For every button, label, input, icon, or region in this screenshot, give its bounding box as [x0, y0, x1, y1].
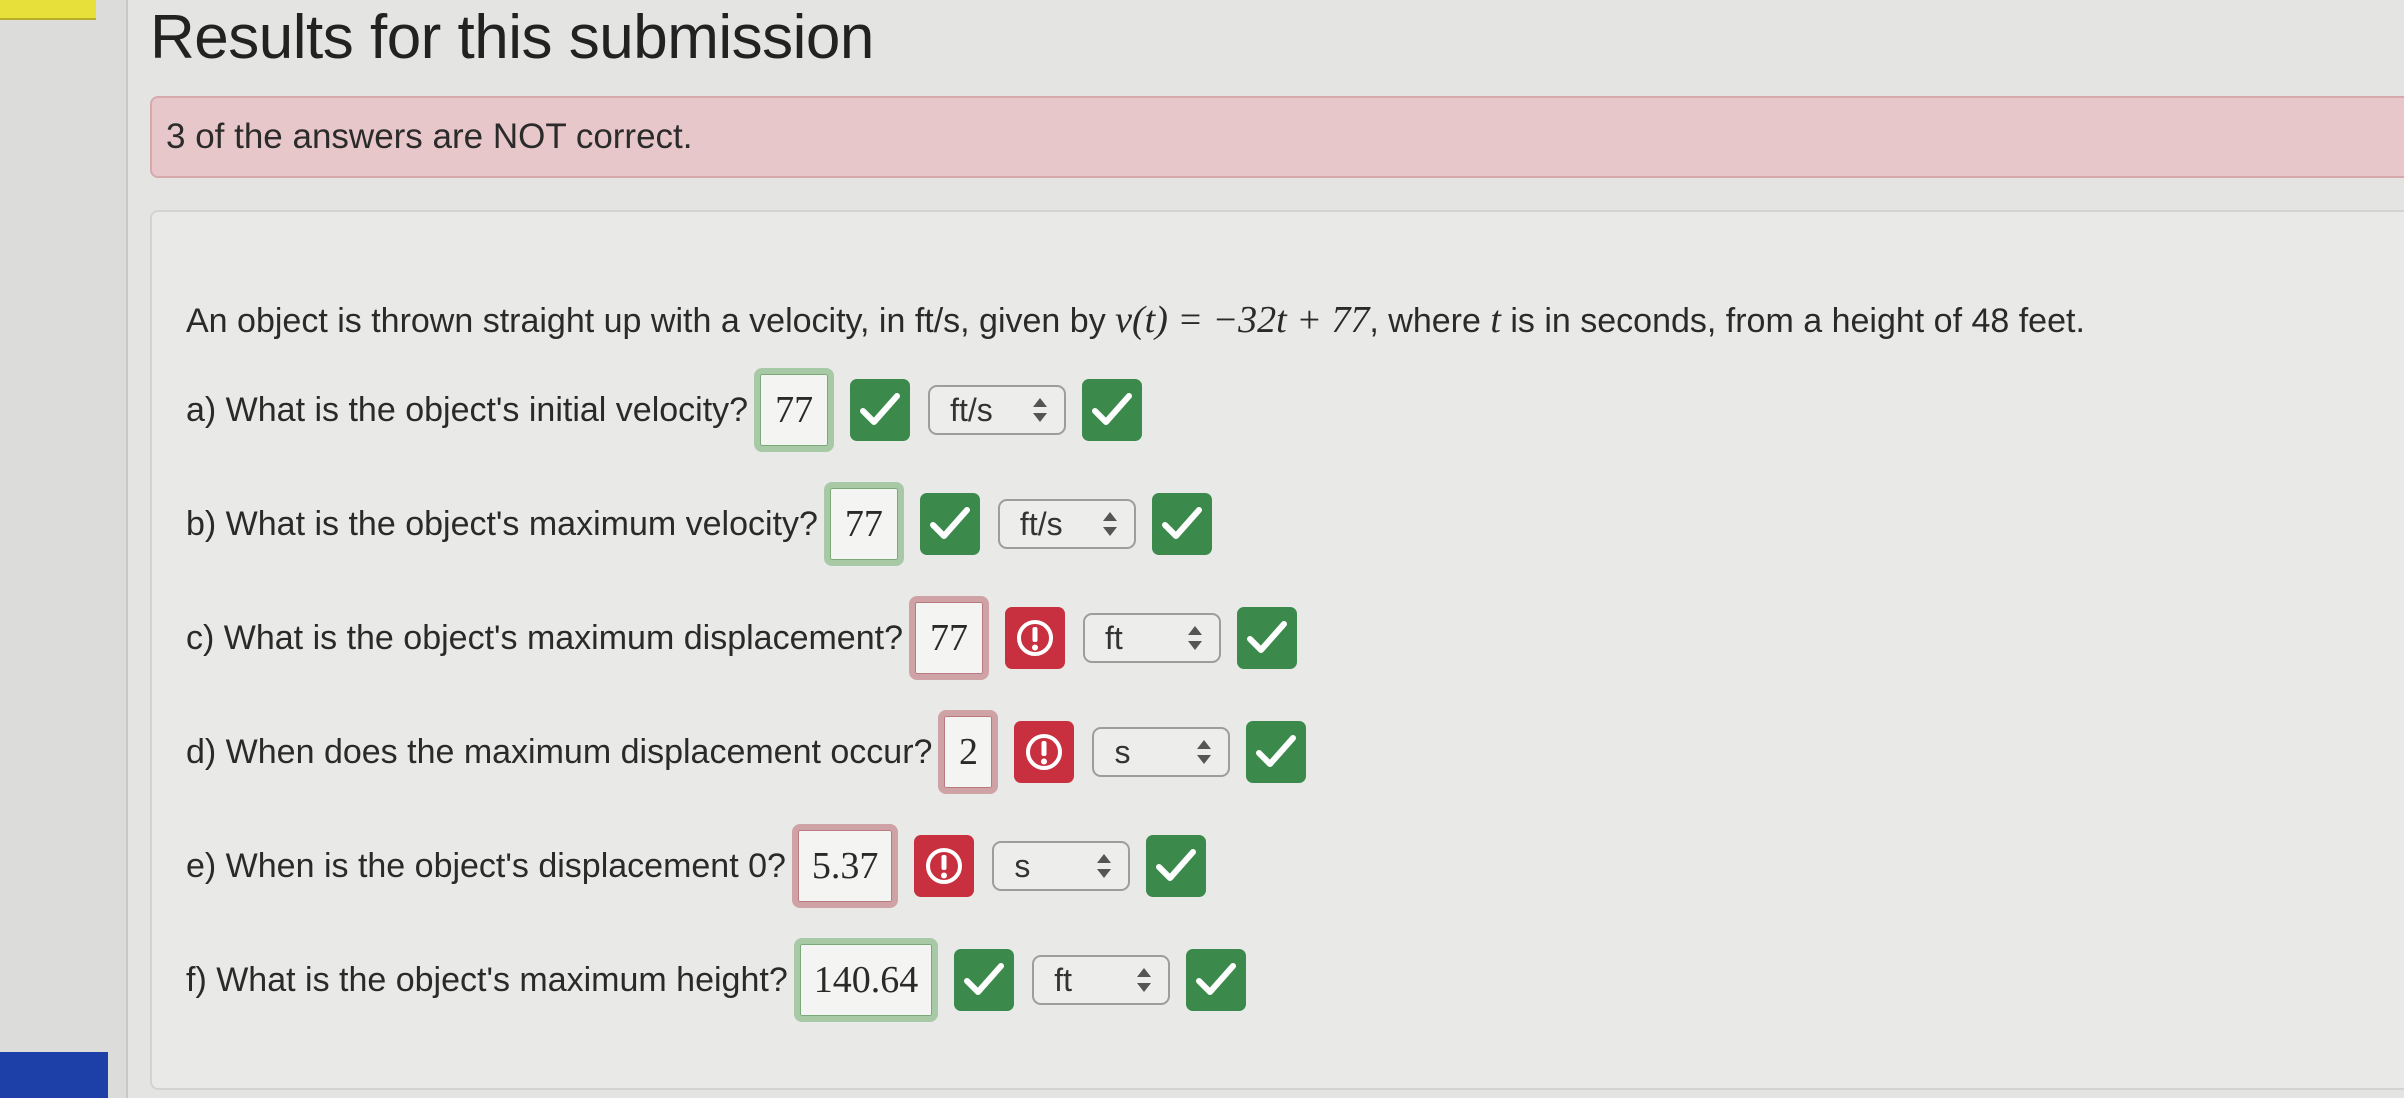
exclamation-circle-icon: [926, 848, 963, 884]
up-down-arrows-icon: [1096, 852, 1112, 880]
main-content: Results for this submission 3 of the ans…: [128, 0, 2404, 1098]
problem-middle: , where: [1369, 302, 1481, 340]
question-label: a) What is the object's initial velocity…: [186, 390, 749, 429]
unit-correct-badge: [1082, 379, 1143, 441]
check-icon: [1092, 393, 1133, 425]
question-row-f: f) What is the object's maximum height? …: [186, 936, 1247, 1024]
answer-incorrect-badge: [914, 835, 975, 897]
answer-input[interactable]: 77: [908, 596, 989, 680]
question-label: d) When does the maximum displacement oc…: [186, 732, 933, 771]
unit-select[interactable]: ft: [1082, 613, 1221, 663]
problem-statement: An object is thrown straight up with a v…: [186, 298, 2085, 342]
unit-select-value: ft/s: [950, 391, 993, 428]
question-row-c: c) What is the object's maximum displace…: [186, 594, 1297, 682]
results-alert: 3 of the answers are NOT correct.: [150, 96, 2404, 178]
answer-input[interactable]: 77: [754, 368, 835, 452]
exclamation-circle-icon: [1026, 734, 1063, 770]
answer-input[interactable]: 2: [938, 710, 999, 794]
exclamation-circle-icon: [1016, 620, 1053, 656]
problem-suffix: is in seconds, from a height of 48 feet.: [1510, 302, 2085, 340]
left-side-strip: [0, 0, 128, 1098]
check-icon: [1246, 621, 1287, 653]
velocity-equation: v(t) = −32t + 77: [1115, 299, 1370, 341]
question-label: e) When is the object's displacement 0?: [186, 846, 786, 885]
up-down-arrows-icon: [1187, 624, 1203, 652]
blue-block: [0, 1052, 108, 1098]
answer-input[interactable]: 5.37: [791, 824, 899, 908]
check-icon: [1256, 735, 1297, 767]
question-row-b: b) What is the object's maximum velocity…: [186, 480, 1212, 568]
question-label: c) What is the object's maximum displace…: [186, 618, 903, 657]
unit-correct-badge: [1246, 721, 1307, 783]
answer-input[interactable]: 77: [823, 482, 904, 566]
up-down-arrows-icon: [1032, 396, 1048, 424]
answer-correct-badge: [850, 379, 911, 441]
answer-input[interactable]: 140.64: [793, 938, 939, 1022]
answer-correct-badge: [954, 949, 1015, 1011]
question-row-e: e) When is the object's displacement 0? …: [186, 822, 1207, 910]
unit-correct-badge: [1186, 949, 1247, 1011]
question-row-d: d) When does the maximum displacement oc…: [186, 708, 1307, 796]
problem-prefix: An object is thrown straight up with a v…: [186, 302, 1106, 340]
check-icon: [1161, 507, 1202, 539]
answer-incorrect-badge: [1014, 721, 1075, 783]
check-icon: [1196, 963, 1237, 995]
check-icon: [964, 963, 1005, 995]
unit-select-value: s: [1014, 847, 1031, 884]
unit-select[interactable]: ft: [1032, 955, 1171, 1005]
question-label: f) What is the object's maximum height?: [186, 960, 788, 999]
unit-select[interactable]: s: [1092, 727, 1231, 777]
unit-select-value: ft: [1054, 961, 1073, 998]
check-icon: [860, 393, 901, 425]
unit-select-value: s: [1114, 733, 1131, 770]
unit-correct-badge: [1151, 493, 1212, 555]
unit-select-value: ft/s: [1019, 505, 1063, 542]
unit-select[interactable]: ft/s: [928, 385, 1067, 435]
unit-select[interactable]: s: [992, 841, 1131, 891]
question-label: b) What is the object's maximum velocity…: [186, 504, 818, 543]
up-down-arrows-icon: [1196, 738, 1212, 766]
page-title: Results for this submission: [150, 3, 874, 72]
up-down-arrows-icon: [1102, 510, 1118, 538]
check-icon: [1156, 849, 1197, 881]
unit-select-value: ft: [1104, 619, 1123, 656]
unit-correct-badge: [1236, 607, 1297, 669]
unit-select[interactable]: ft/s: [997, 499, 1136, 549]
up-down-arrows-icon: [1136, 966, 1152, 994]
answer-correct-badge: [919, 493, 980, 555]
yellow-tab[interactable]: [0, 0, 96, 20]
problem-panel: An object is thrown straight up with a v…: [150, 210, 2404, 1090]
check-icon: [929, 507, 970, 539]
time-variable: t: [1490, 299, 1501, 341]
answer-incorrect-badge: [1004, 607, 1065, 669]
unit-correct-badge: [1146, 835, 1207, 897]
question-row-a: a) What is the object's initial velocity…: [186, 366, 1143, 454]
